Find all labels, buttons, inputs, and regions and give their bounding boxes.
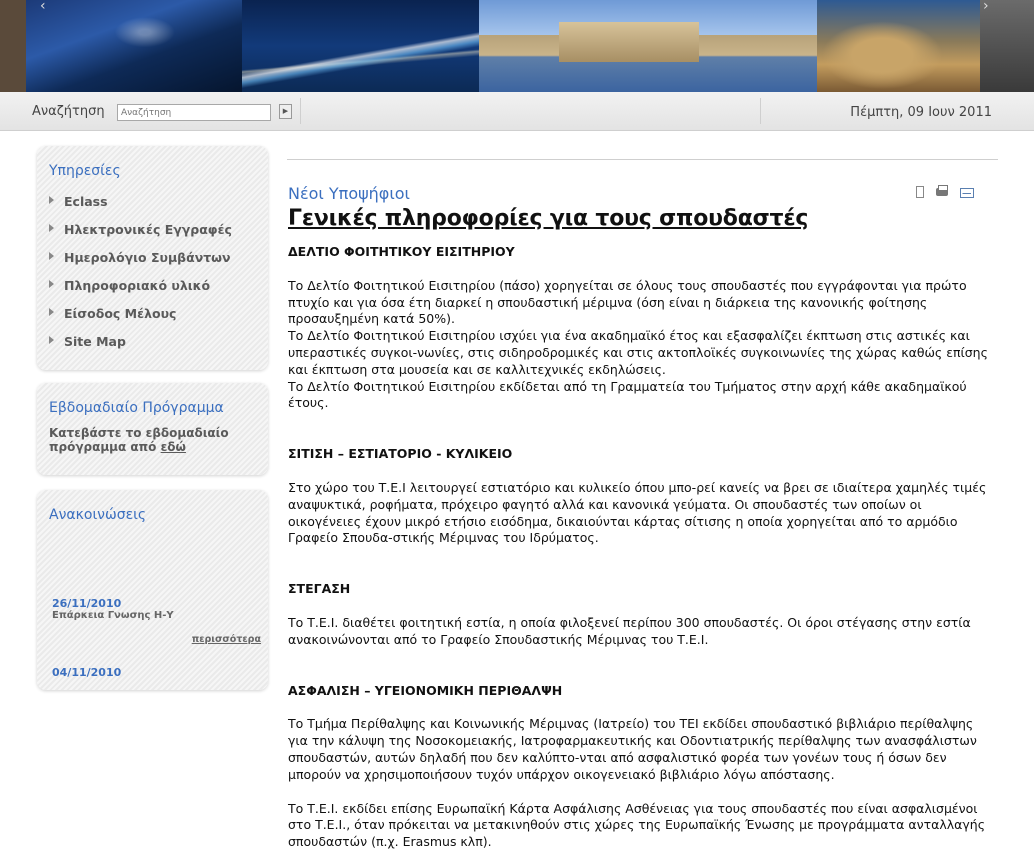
menu-item-eclass[interactable]: Eclass — [49, 194, 108, 209]
search-input[interactable] — [117, 104, 271, 121]
banner-photo-fortress — [479, 0, 817, 92]
paragraph: Το Τμήμα Περίθαλψης και Κοινωνικής Μέριμ… — [288, 716, 977, 782]
menu-bullet-icon — [49, 336, 54, 344]
pdf-icon[interactable] — [916, 186, 924, 198]
article-body: ΔΕΛΤΙΟ ΦΟΙΤΗΤΙΚΟΥ ΕΙΣΙΤΗΡΙΟΥ Το Δελτίο Φ… — [288, 244, 993, 851]
menu-item-label: Πληροφοριακό υλικό — [64, 278, 211, 293]
print-icon[interactable] — [936, 185, 948, 196]
content-top-divider — [287, 159, 998, 160]
announcement-date: 04/11/2010 — [52, 666, 122, 679]
block-heading-dining: ΣΙΤΙΣΗ – ΕΣΤΙΑΤΟΡΙΟ - ΚΥΛΙΚΕΙΟ — [288, 446, 513, 462]
menu-item-electronic-registrations[interactable]: Ηλεκτρονικές Εγγραφές — [49, 222, 232, 237]
banner-edge-left — [0, 0, 26, 92]
article-tools — [916, 185, 986, 205]
search-divider — [300, 98, 301, 124]
menu-bullet-icon — [49, 308, 54, 316]
announcement-date: 26/11/2010 — [52, 597, 122, 610]
menu-item-events-calendar[interactable]: Ημερολόγιο Συμβάντων — [49, 250, 231, 265]
menu-bullet-icon — [49, 280, 54, 288]
menu-bullet-icon — [49, 224, 54, 232]
menu-item-info-material[interactable]: Πληροφοριακό υλικό — [49, 278, 210, 293]
menu-item-site-map[interactable]: Site Map — [49, 334, 126, 349]
weekly-program-text: Κατεβάστε το εβδομαδιαίο πρόγραμμα από ε… — [49, 426, 249, 454]
block-heading-student-pass: ΔΕΛΤΙΟ ΦΟΙΤΗΤΙΚΟΥ ΕΙΣΙΤΗΡΙΟΥ — [288, 244, 515, 259]
search-submit-button[interactable]: ▶ — [279, 104, 292, 119]
paragraph: Το Δελτίο Φοιτητικού Εισιτηρίου εκδίδετα… — [288, 378, 967, 411]
current-date: Πέμπτη, 09 Ιουν 2011 — [850, 105, 992, 120]
date-divider — [760, 98, 761, 124]
banner-photo-city-lights — [242, 0, 479, 92]
play-arrow-icon: ▶ — [282, 107, 289, 115]
block-heading-housing: ΣΤΕΓΑΣΗ — [288, 581, 351, 597]
announcement-link[interactable]: Επάρκεια Γνωσης Η-Υ — [52, 610, 174, 621]
menu-item-label: Site Map — [64, 334, 126, 349]
menu-item-member-login[interactable]: Είσοδος Μέλους — [49, 306, 176, 321]
banner-photo-ruins — [817, 0, 980, 92]
search-label: Αναζήτηση — [32, 104, 105, 119]
menu-item-label: Ηλεκτρονικές Εγγραφές — [64, 222, 232, 237]
menu-bullet-icon — [49, 196, 54, 204]
announcements-title: Ανακοινώσεις — [49, 507, 147, 523]
weekly-program-description: Κατεβάστε το εβδομαδιαίο πρόγραμμα από — [49, 426, 229, 454]
paragraph: Στο χώρο του Τ.Ε.Ι λειτουργεί εστιατόριο… — [288, 479, 987, 546]
weekly-program-link[interactable]: εδώ — [161, 440, 186, 454]
paragraph: Το Τ.Ε.Ι. εκδίδει επίσης Ευρωπαϊκή Κάρτα… — [288, 800, 986, 850]
weekly-program-box: Εβδομαδιαίο Πρόγραμμα Κατεβάστε το εβδομ… — [37, 383, 268, 475]
paragraph: Το Τ.Ε.Ι. διαθέτει φοιτητική εστία, η οπ… — [288, 614, 971, 647]
menu-item-label: Ημερολόγιο Συμβάντων — [64, 250, 231, 265]
menu-item-label: Eclass — [64, 194, 108, 209]
services-box: Υπηρεσίες Eclass Ηλεκτρονικές Εγγραφές Η… — [37, 146, 268, 370]
more-announcements-link[interactable]: περισσότερα — [192, 634, 261, 645]
banner-photo-harbor-night — [26, 0, 242, 92]
banner-prev-icon[interactable]: ‹ — [40, 0, 46, 14]
weekly-program-title: Εβδομαδιαίο Πρόγραμμα — [49, 400, 224, 416]
email-icon[interactable] — [960, 188, 974, 198]
paragraph: Το Δελτίο Φοιτητικού Εισιτηρίου (πάσο) χ… — [288, 277, 967, 327]
block-heading-insurance: ΑΣΦΑΛΙΣΗ – ΥΓΕΙΟΝΟΜΙΚΗ ΠΕΡΙΘΑΛΨΗ — [288, 682, 563, 698]
header-banner: ‹ › — [0, 0, 1034, 92]
article-title: Γενικές πληροφορίες για τους σπουδαστές — [288, 206, 809, 231]
menu-item-label: Είσοδος Μέλους — [64, 306, 177, 321]
paragraph: Το Δελτίο Φοιτητικού Εισιτηρίου ισχύει γ… — [288, 328, 988, 377]
menu-bullet-icon — [49, 252, 54, 260]
services-title: Υπηρεσίες — [49, 163, 121, 179]
section-heading: Νέοι Υποψήφιοι — [288, 184, 410, 203]
banner-next-icon[interactable]: › — [983, 0, 989, 14]
search-bar: Αναζήτηση ▶ Πέμπτη, 09 Ιουν 2011 — [0, 92, 1034, 131]
announcements-box: Ανακοινώσεις 26/11/2010 Επάρκεια Γνωσης … — [37, 490, 268, 690]
